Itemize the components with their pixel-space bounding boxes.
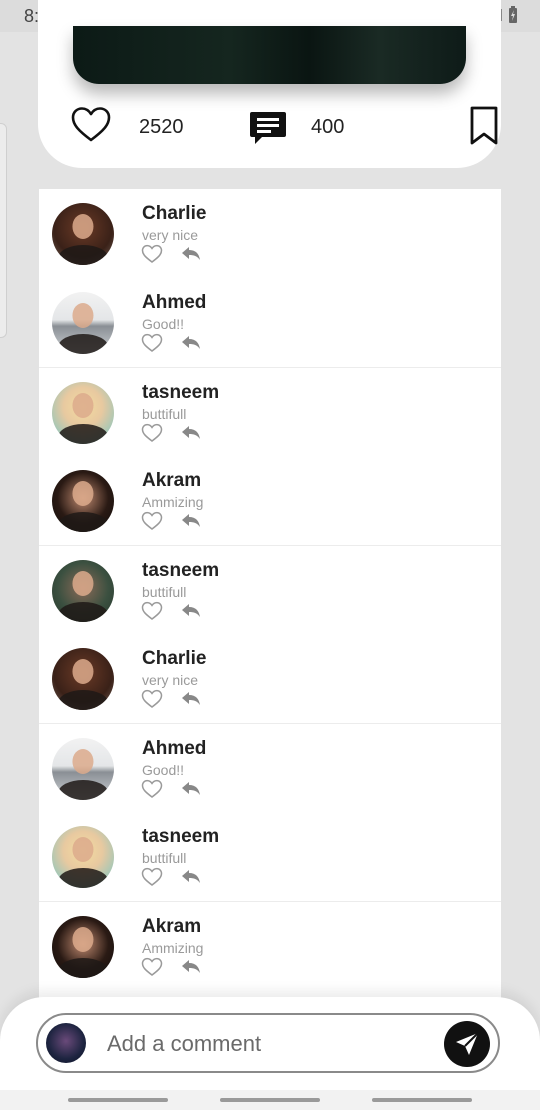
comment-like-icon[interactable] — [141, 244, 163, 264]
comment-author[interactable]: Charlie — [142, 648, 206, 670]
bookmark-icon — [470, 106, 498, 145]
avatar[interactable] — [52, 738, 114, 800]
comment-reply-icon[interactable] — [180, 957, 202, 975]
system-nav-bar — [0, 1090, 540, 1110]
post-card: 2520 400 — [38, 0, 501, 168]
comment-text: Ammizing — [142, 494, 204, 510]
comment-author[interactable]: Akram — [142, 916, 201, 938]
comment-author[interactable]: Ahmed — [142, 292, 206, 314]
comment-like-icon[interactable] — [141, 957, 163, 977]
comment-input[interactable]: Add a comment — [36, 1013, 500, 1073]
comment-like-icon[interactable] — [141, 333, 163, 353]
send-icon — [456, 1032, 479, 1055]
comment-author[interactable]: tasneem — [142, 560, 219, 582]
comment-reply-icon[interactable] — [180, 779, 202, 797]
comment-text: buttifull — [142, 406, 187, 422]
avatar[interactable] — [52, 916, 114, 978]
likes-count: 2520 — [139, 116, 184, 138]
bookmark-button[interactable] — [469, 106, 499, 151]
comment-text: Ammizing — [142, 940, 204, 956]
comment-reply-icon[interactable] — [180, 333, 202, 351]
comment-item: Ahmed Good!! — [39, 723, 501, 812]
avatar[interactable] — [52, 648, 114, 710]
comment-text: Good!! — [142, 316, 185, 332]
comment-author[interactable]: Akram — [142, 470, 201, 492]
heart-icon — [71, 107, 111, 142]
comment-reply-icon[interactable] — [180, 423, 202, 441]
comment-reply-icon[interactable] — [180, 601, 202, 619]
comment-item: Akram Ammizing — [39, 901, 501, 990]
comment-like-icon[interactable] — [141, 601, 163, 621]
comment-item: tasneem buttifull — [39, 812, 501, 901]
comment-like-icon[interactable] — [141, 689, 163, 709]
comment-author[interactable]: Charlie — [142, 203, 206, 225]
comment-text: very nice — [142, 672, 199, 688]
comment-text: buttifull — [142, 584, 187, 600]
comment-reply-icon[interactable] — [180, 244, 202, 262]
comment-icon — [250, 112, 286, 144]
comment-author[interactable]: tasneem — [142, 382, 219, 404]
comment-input-placeholder[interactable]: Add a comment — [107, 1031, 261, 1057]
comment-item: Ahmed Good!! — [39, 278, 501, 367]
comments-button[interactable] — [249, 110, 287, 151]
battery-charging-icon — [509, 6, 517, 23]
avatar[interactable] — [52, 826, 114, 888]
avatar[interactable] — [52, 470, 114, 532]
comment-like-icon[interactable] — [141, 867, 163, 887]
comment-reply-icon[interactable] — [180, 867, 202, 885]
comment-text: Good!! — [142, 762, 185, 778]
send-button[interactable] — [444, 1021, 490, 1067]
nav-back-indicator[interactable] — [372, 1098, 472, 1102]
comment-item: Charlie very nice — [39, 189, 501, 278]
comments-count: 400 — [311, 116, 345, 138]
comment-like-icon[interactable] — [141, 511, 163, 531]
comments-list[interactable]: Charlie very nice Ahmed Good!! tasneem b… — [39, 189, 501, 999]
comment-item: tasneem buttifull — [39, 367, 501, 456]
comment-text: buttifull — [142, 850, 187, 866]
avatar[interactable] — [52, 382, 114, 444]
comment-item: Charlie very nice — [39, 634, 501, 723]
avatar[interactable] — [52, 560, 114, 622]
comment-item: Akram Ammizing — [39, 456, 501, 545]
comment-reply-icon[interactable] — [180, 511, 202, 529]
nav-home-indicator[interactable] — [220, 1098, 320, 1102]
comment-item: tasneem buttifull — [39, 545, 501, 634]
comment-like-icon[interactable] — [141, 423, 163, 443]
nav-recents-indicator[interactable] — [68, 1098, 168, 1102]
comment-author[interactable]: Ahmed — [142, 738, 206, 760]
like-button[interactable] — [71, 106, 111, 149]
comment-author[interactable]: tasneem — [142, 826, 219, 848]
comment-text: very nice — [142, 227, 199, 243]
side-drawer-handle[interactable] — [0, 123, 7, 338]
avatar[interactable] — [52, 203, 114, 265]
comment-reply-icon[interactable] — [180, 689, 202, 707]
post-actions: 2520 400 — [71, 106, 498, 151]
post-image — [73, 26, 466, 84]
current-user-avatar — [46, 1023, 86, 1063]
comment-like-icon[interactable] — [141, 779, 163, 799]
comment-input-bar: Add a comment — [0, 997, 540, 1090]
avatar[interactable] — [52, 292, 114, 354]
